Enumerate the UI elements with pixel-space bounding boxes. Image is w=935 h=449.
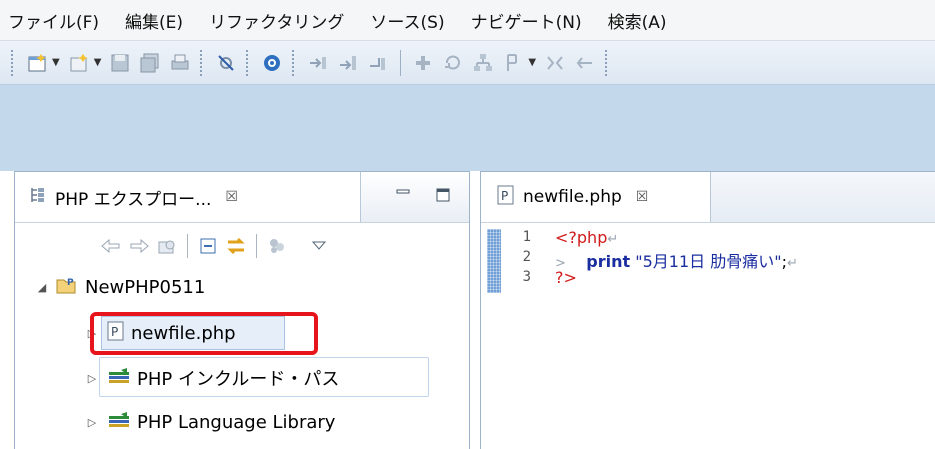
menu-bar: ファイル(F) 編集(E) リファクタリング ソース(S) ナビゲート(N) 検… <box>0 0 935 41</box>
next-annotation-icon[interactable] <box>500 50 526 76</box>
eol-mark: ↵ <box>786 256 798 271</box>
tab-label: PHP エクスプロー... <box>55 189 212 210</box>
code-line-2: > print "5月11日 肋骨痛い";↵ <box>555 248 798 272</box>
keyword-print: print <box>586 252 631 271</box>
eol-mark: ↵ <box>607 232 619 247</box>
menu-edit[interactable]: 編集(E) <box>112 8 196 33</box>
tab-php-explorer[interactable]: PHP エクスプロー... ☒ <box>15 172 361 222</box>
toolbar-separator <box>187 234 188 258</box>
minimize-icon[interactable] <box>391 184 415 206</box>
hierarchy-icon[interactable] <box>470 50 496 76</box>
back-icon[interactable] <box>97 233 125 259</box>
editor-tabbar: P newfile.php ☒ <box>481 172 935 223</box>
code-line-3: ?> <box>555 268 577 287</box>
expanded-triangle-icon[interactable]: ◢ <box>35 281 49 294</box>
link-with-editor-icon[interactable] <box>222 233 250 259</box>
close-icon[interactable]: ☒ <box>636 189 649 205</box>
php-close-tag: ?> <box>555 268 577 287</box>
tab-newfile-php[interactable]: P newfile.php ☒ <box>481 172 711 222</box>
main-toolbar: ▼ ▼ ▼ <box>0 41 935 85</box>
toolbar-grip[interactable] <box>246 49 252 76</box>
menu-refactor[interactable]: リファクタリング <box>196 8 357 33</box>
chevron-down-icon[interactable]: ▼ <box>528 57 536 68</box>
tree-row-project[interactable]: ◢ P NewPHP0511 <box>35 269 206 305</box>
toolbar-separator <box>400 49 402 76</box>
compare-icon[interactable] <box>542 50 568 76</box>
package-explorer-icon <box>29 186 47 209</box>
step-return-icon[interactable] <box>365 50 391 76</box>
add-icon[interactable] <box>410 50 436 76</box>
save-all-icon[interactable] <box>137 50 163 76</box>
php-file-icon: P <box>497 185 515 210</box>
line-number: 2 <box>522 249 531 265</box>
save-icon[interactable] <box>107 50 133 76</box>
close-icon[interactable]: ☒ <box>225 189 238 205</box>
library-books-icon <box>107 366 131 391</box>
library-books-icon <box>107 410 131 435</box>
highlight-annotation <box>90 312 318 355</box>
new-file-icon[interactable] <box>24 50 50 76</box>
toolbar-grip[interactable] <box>292 49 298 76</box>
back-arrow-icon[interactable] <box>572 50 598 76</box>
line-number: 3 <box>522 269 531 285</box>
forward-icon[interactable] <box>125 233 153 259</box>
tree-label-library: PHP Language Library <box>137 411 336 433</box>
toolbar-area: ▼ ▼ ▼ <box>0 41 935 171</box>
maximize-icon[interactable] <box>431 184 455 206</box>
code-line-1: <?php↵ <box>555 228 618 247</box>
editor-tab-label: newfile.php <box>523 187 622 207</box>
editor-view: P newfile.php ☒ 1 2 3 <?php↵ > print "5月… <box>480 171 935 449</box>
menu-search[interactable]: 検索(A) <box>595 8 680 33</box>
explorer-tabbar: PHP エクスプロー... ☒ <box>15 172 469 223</box>
collapsed-triangle-icon[interactable]: ▷ <box>85 416 99 429</box>
chevron-down-icon[interactable]: ▼ <box>94 57 102 68</box>
step-over-icon[interactable] <box>335 50 361 76</box>
menu-navigate[interactable]: ナビゲート(N) <box>458 8 595 33</box>
toolbar-separator <box>256 234 257 258</box>
menu-source[interactable]: ソース(S) <box>357 8 457 33</box>
toolbar-grip[interactable] <box>605 49 611 76</box>
debug-gear-icon[interactable] <box>259 50 285 76</box>
tree-label-include-path: PHP インクルード・パス <box>137 369 340 390</box>
tree-label-project: NewPHP0511 <box>85 276 206 298</box>
php-open-tag: <?php <box>555 228 608 247</box>
collapse-all-icon[interactable] <box>194 233 222 259</box>
chevron-down-icon[interactable]: ▼ <box>52 57 60 68</box>
view-menu-icon[interactable] <box>305 233 333 259</box>
overview-ruler <box>487 229 501 293</box>
tree-row-include-path[interactable]: ▷ PHP インクルード・パス <box>85 360 339 396</box>
explorer-toolbar <box>97 232 333 260</box>
refresh-icon[interactable] <box>440 50 466 76</box>
toolbar-grip[interactable] <box>11 49 17 76</box>
skip-breakpoints-icon[interactable] <box>213 50 239 76</box>
tree-row-library[interactable]: ▷ PHP Language Library <box>85 404 335 440</box>
string-literal: "5月11日 肋骨痛い" <box>635 252 782 271</box>
menu-file[interactable]: ファイル(F) <box>0 8 112 33</box>
toolbar-grip[interactable] <box>200 49 206 76</box>
code-editor[interactable]: 1 2 3 <?php↵ > print "5月11日 肋骨痛い";↵ ?> <box>481 223 935 449</box>
up-folder-icon[interactable] <box>153 233 181 259</box>
view-controls <box>391 184 455 206</box>
filters-icon[interactable] <box>263 233 291 259</box>
svg-text:P: P <box>501 189 508 203</box>
svg-text:P: P <box>67 278 74 288</box>
php-explorer-view: PHP エクスプロー... ☒ ◢ P NewPHP0511 ▷ P newfi… <box>14 171 470 449</box>
line-number: 1 <box>522 229 531 245</box>
step-into-icon[interactable] <box>305 50 331 76</box>
collapsed-triangle-icon[interactable]: ▷ <box>85 372 99 385</box>
new-project-icon[interactable] <box>66 50 92 76</box>
print-icon[interactable] <box>167 50 193 76</box>
php-project-icon: P <box>55 274 79 301</box>
